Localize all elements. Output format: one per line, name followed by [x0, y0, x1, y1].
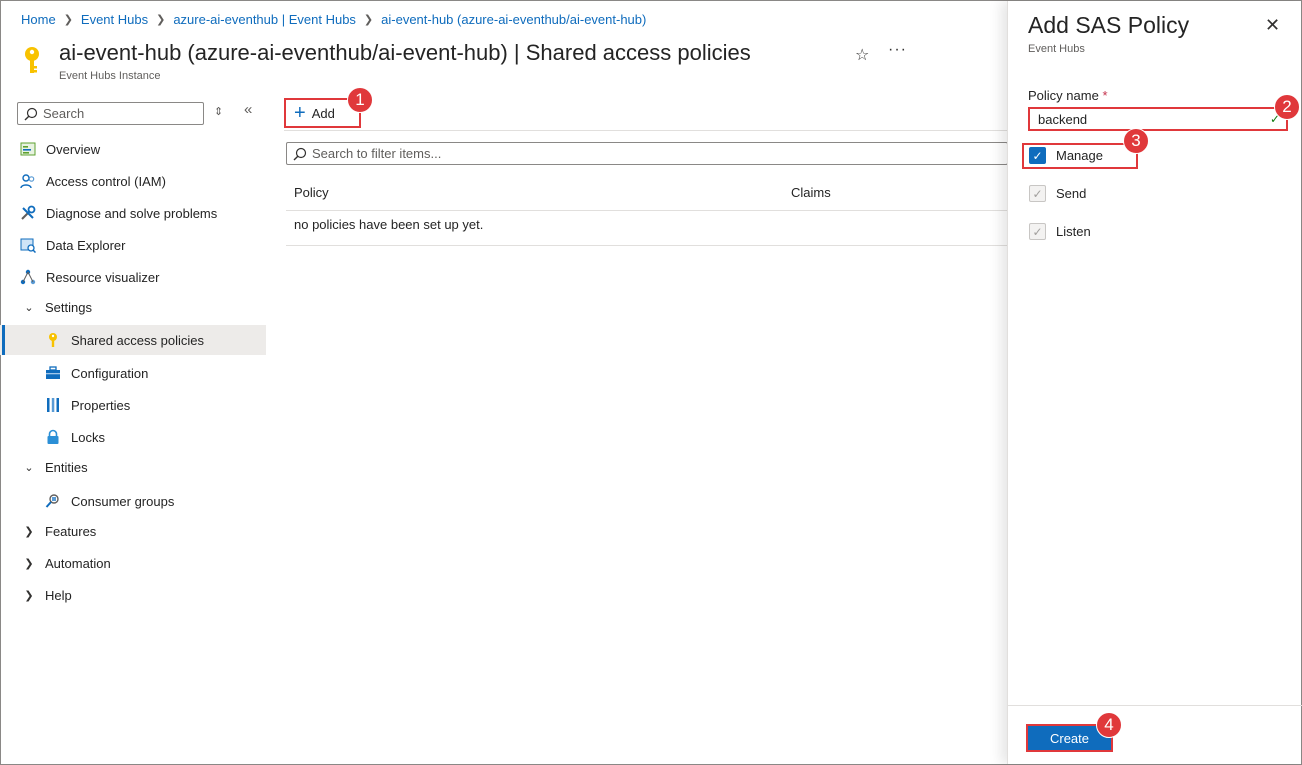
nav-label: Configuration: [71, 365, 149, 381]
listen-label: Listen: [1056, 224, 1091, 239]
manage-checkbox[interactable]: ✓ Manage: [1029, 147, 1103, 164]
checkbox-checked-icon: ✓: [1029, 147, 1046, 164]
policy-name-label: Policy name *: [1028, 88, 1108, 103]
chevron-right-icon: ❯: [24, 557, 34, 570]
nav-item-data-explorer[interactable]: Data Explorer: [0, 230, 266, 260]
toolbox-icon: [46, 366, 60, 379]
nav-label: Shared access policies: [71, 332, 204, 348]
panel-footer-divider: [1008, 705, 1302, 706]
close-icon[interactable]: ✕: [1265, 15, 1280, 36]
filter-placeholder: Search to filter items...: [312, 146, 442, 161]
breadcrumb: Home ❯ Event Hubs ❯ azure-ai-eventhub | …: [21, 12, 646, 27]
nav-item-resource-visualizer[interactable]: Resource visualizer: [0, 262, 266, 292]
page-title: ai-event-hub (azure-ai-eventhub/ai-event…: [59, 40, 751, 65]
panel-subtitle: Event Hubs: [1028, 43, 1085, 55]
nav-label: Diagnose and solve problems: [46, 205, 218, 221]
send-checkbox[interactable]: ✓ Send: [1029, 185, 1086, 202]
nav-label: Resource visualizer: [46, 269, 160, 285]
nav-label: Data Explorer: [46, 237, 126, 253]
step-badge-2: 2: [1274, 94, 1300, 120]
breadcrumb-event-hub[interactable]: ai-event-hub (azure-ai-eventhub/ai-event…: [381, 12, 646, 27]
nav-item-consumer-groups[interactable]: Consumer groups: [0, 486, 266, 516]
nav-item-access-control[interactable]: Access control (IAM): [0, 166, 266, 196]
listen-checkbox[interactable]: ✓ Listen: [1029, 223, 1091, 240]
star-icon[interactable]: ☆: [855, 45, 869, 65]
policy-name-value: backend: [1038, 111, 1088, 127]
filter-input[interactable]: Search to filter items...: [286, 142, 1008, 165]
nav-item-locks[interactable]: Locks: [0, 422, 266, 452]
table-header-divider: [286, 210, 1008, 211]
key-icon: [25, 47, 39, 73]
consumer-groups-icon: [45, 494, 59, 508]
overview-icon: [20, 142, 36, 156]
empty-state-message: no policies have been set up yet.: [294, 217, 484, 232]
search-placeholder: Search: [43, 106, 85, 121]
nav-label: Automation: [45, 555, 111, 571]
column-header-policy[interactable]: Policy: [294, 185, 329, 200]
chevron-down-icon: ⌄: [24, 461, 34, 474]
search-icon: [24, 107, 38, 120]
nav-label: Settings: [45, 299, 92, 315]
nav-item-diagnose[interactable]: Diagnose and solve problems: [0, 198, 266, 228]
properties-icon: [47, 398, 59, 412]
page-subtitle: Event Hubs Instance: [59, 70, 161, 82]
breadcrumb-home[interactable]: Home: [21, 12, 56, 27]
data-explorer-icon: [20, 238, 36, 253]
nav-label: Properties: [71, 397, 131, 413]
more-icon[interactable]: ···: [888, 41, 907, 59]
column-header-claims[interactable]: Claims: [791, 185, 831, 200]
panel-title: Add SAS Policy: [1028, 12, 1190, 38]
search-icon: [293, 147, 307, 160]
nav-group-settings[interactable]: ⌄ Settings: [0, 292, 266, 322]
policy-name-label-text: Policy name: [1028, 88, 1099, 103]
breadcrumb-event-hubs[interactable]: Event Hubs: [81, 12, 148, 27]
chevron-down-icon: ⌄: [24, 301, 34, 314]
nav-label: Access control (IAM): [46, 173, 166, 189]
nav-label: Features: [45, 523, 97, 539]
nav-item-configuration[interactable]: Configuration: [0, 358, 266, 388]
nav-item-overview[interactable]: Overview: [0, 134, 266, 164]
nav-group-help[interactable]: ❯ Help: [0, 580, 266, 610]
nav-item-properties[interactable]: Properties: [0, 390, 266, 420]
checkbox-disabled-icon: ✓: [1029, 185, 1046, 202]
step-badge-4: 4: [1096, 712, 1122, 738]
people-icon: [20, 174, 35, 189]
nav-group-features[interactable]: ❯ Features: [0, 516, 266, 546]
nav-group-entities[interactable]: ⌄ Entities: [0, 452, 266, 482]
add-button-label: Add: [311, 105, 335, 121]
wrench-icon: [21, 205, 36, 220]
nav-label: Consumer groups: [71, 493, 175, 509]
visualizer-icon: [20, 269, 36, 285]
sort-icon[interactable]: ⇕: [214, 105, 223, 118]
nav-label: Entities: [45, 459, 88, 475]
nav-label: Locks: [71, 429, 105, 445]
lock-icon: [47, 429, 59, 444]
manage-label: Manage: [1056, 148, 1103, 163]
nav-label: Help: [45, 587, 72, 603]
required-marker: *: [1102, 88, 1108, 103]
policy-name-input[interactable]: backend ✓: [1028, 107, 1288, 131]
toolbar-divider: [284, 130, 1008, 131]
step-badge-3: 3: [1123, 128, 1149, 154]
breadcrumb-namespace[interactable]: azure-ai-eventhub | Event Hubs: [173, 12, 356, 27]
key-icon: [49, 333, 57, 347]
chevron-right-icon: ❯: [63, 14, 73, 26]
table-divider: [286, 245, 1008, 246]
nav-label: Overview: [46, 141, 101, 157]
chevron-right-icon: ❯: [24, 525, 34, 538]
send-label: Send: [1056, 186, 1087, 201]
add-sas-policy-panel: Add SAS Policy Event Hubs ✕ Policy name …: [1007, 1, 1302, 764]
chevron-right-icon: ❯: [156, 14, 166, 26]
chevron-right-icon: ❯: [24, 589, 34, 602]
nav-search-input[interactable]: Search: [17, 102, 204, 125]
chevron-right-icon: ❯: [363, 14, 374, 26]
plus-icon: +: [294, 102, 306, 124]
nav-group-automation[interactable]: ❯ Automation: [0, 548, 266, 578]
nav-item-shared-access-policies[interactable]: Shared access policies: [0, 325, 266, 355]
collapse-icon[interactable]: «: [244, 101, 252, 118]
checkbox-disabled-icon: ✓: [1029, 223, 1046, 240]
step-badge-1: 1: [347, 87, 373, 113]
